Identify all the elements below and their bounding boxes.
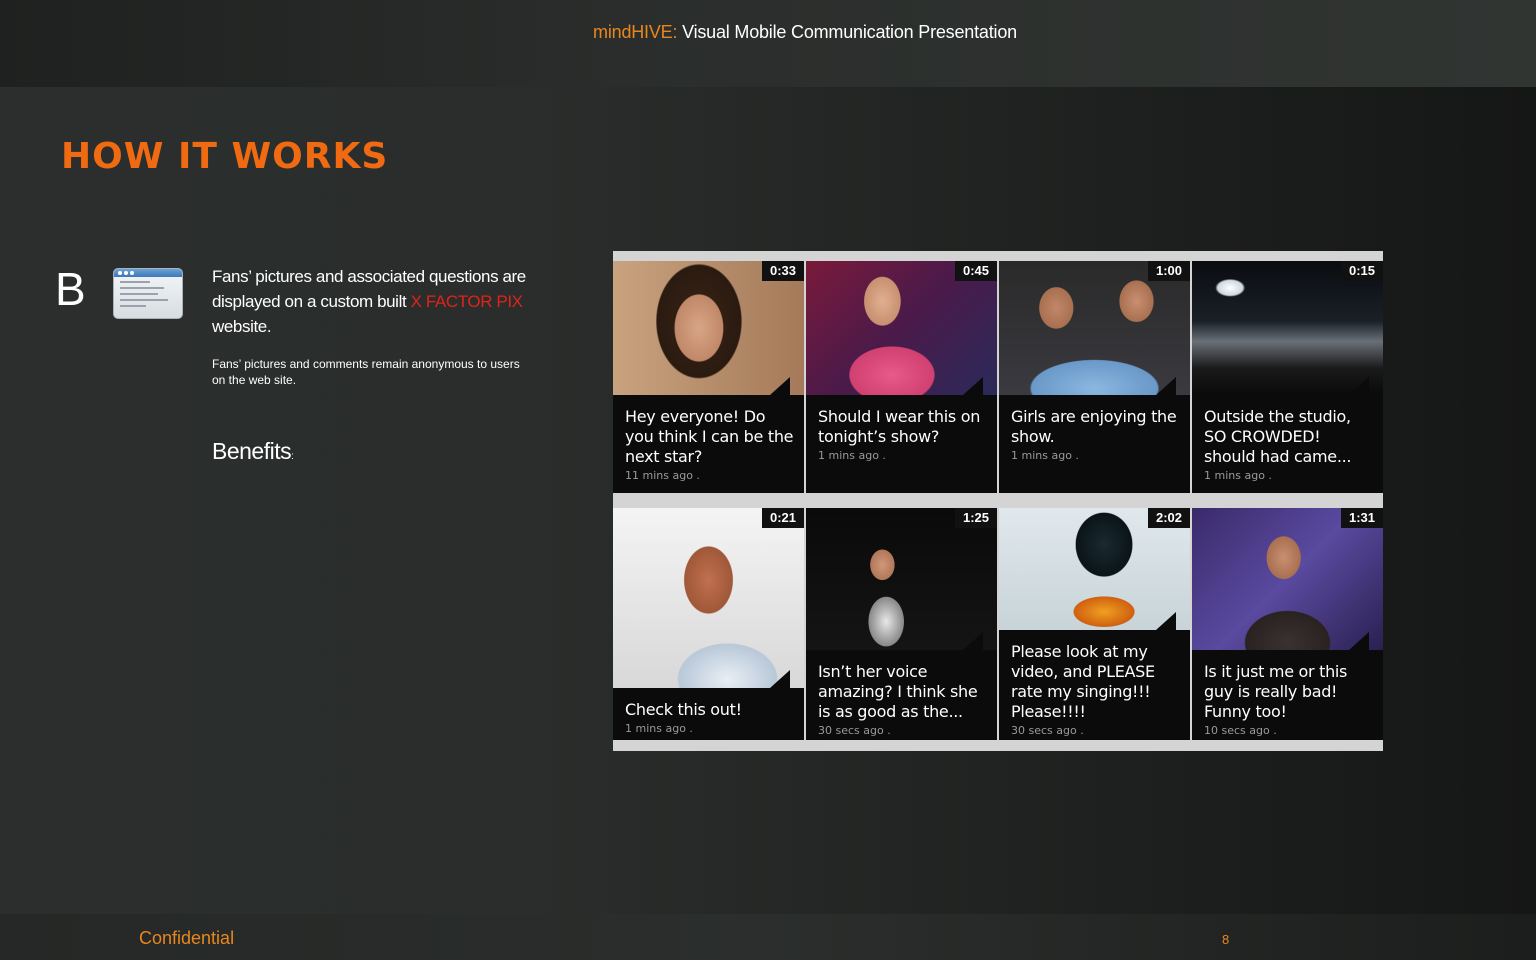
video-timer: 0:21 <box>762 508 804 528</box>
brand-name: mindHIVE: <box>593 22 678 42</box>
presentation-title: mindHIVE: Visual Mobile Communication Pr… <box>0 22 1536 43</box>
comment-text: Hey everyone! Do you think I can be the … <box>625 407 794 466</box>
benefits-colon: : <box>291 451 294 462</box>
comment-time: 1 mins ago . <box>625 722 693 735</box>
fan-photo <box>806 261 997 395</box>
comment-time: 1 mins ago . <box>1204 469 1272 482</box>
video-timer: 2:02 <box>1148 508 1190 528</box>
comment-bubble: Isn’t her voice amazing? I think she is … <box>806 632 997 740</box>
step-letter: B <box>55 263 86 315</box>
benefits-heading: Benefits: <box>212 438 294 465</box>
video-timer: 1:00 <box>1148 261 1190 281</box>
video-timer: 1:31 <box>1341 508 1383 528</box>
section-title: HOW IT WORKS <box>61 136 389 177</box>
fan-tile[interactable]: 1:25 Isn’t her voice amazing? I think sh… <box>806 508 997 740</box>
comment-bubble: Girls are enjoying the show. 1 mins ago … <box>999 377 1190 493</box>
comment-time: 30 secs ago . <box>818 724 891 737</box>
comment-time: 11 mins ago . <box>625 469 700 482</box>
step-description: Fans’ pictures and associated questions … <box>212 264 532 339</box>
presentation-subtitle: Visual Mobile Communication Presentation <box>682 22 1017 42</box>
comment-time: 30 secs ago . <box>1011 724 1084 737</box>
page-number: 8 <box>1222 932 1230 947</box>
comment-text: Isn’t her voice amazing? I think she is … <box>818 662 978 721</box>
step-subtext: Fans’ pictures and comments remain anony… <box>212 357 520 387</box>
fan-tile[interactable]: 2:02 Please look at my video, and PLEASE… <box>999 508 1190 740</box>
fan-photo <box>999 261 1190 395</box>
fan-tile[interactable]: 0:21 Check this out! 1 mins ago . <box>613 508 804 740</box>
site-name: X FACTOR PIX <box>410 292 523 311</box>
video-timer: 1:25 <box>955 508 997 528</box>
desc-after: website. <box>212 317 272 336</box>
confidential-label: Confidential <box>139 928 235 948</box>
comment-text: Check this out! <box>625 700 742 719</box>
browser-window-icon <box>113 268 183 319</box>
fan-photo <box>613 508 804 688</box>
fan-photo <box>1192 261 1383 395</box>
comment-bubble: Please look at my video, and PLEASE rate… <box>999 612 1190 740</box>
comment-bubble: Check this out! 1 mins ago . <box>613 670 804 740</box>
comment-time: 10 secs ago . <box>1204 724 1277 737</box>
comment-text: Is it just me or this guy is really bad!… <box>1204 662 1348 721</box>
fan-photo <box>806 508 997 650</box>
comment-bubble: Should I wear this on tonight’s show? 1 … <box>806 377 997 493</box>
comment-time: 1 mins ago . <box>818 449 886 462</box>
comment-text: Should I wear this on tonight’s show? <box>818 407 981 446</box>
comment-bubble: Is it just me or this guy is really bad!… <box>1192 632 1383 740</box>
comment-bubble: Outside the studio, SO CROWDED! should h… <box>1192 377 1383 493</box>
comment-text: Please look at my video, and PLEASE rate… <box>1011 642 1155 721</box>
fan-tile[interactable]: 0:33 Hey everyone! Do you think I can be… <box>613 261 804 493</box>
fan-photo <box>1192 508 1383 650</box>
video-timer: 0:45 <box>955 261 997 281</box>
video-timer: 0:33 <box>762 261 804 281</box>
comment-time: 1 mins ago . <box>1011 449 1079 462</box>
comment-bubble: Hey everyone! Do you think I can be the … <box>613 377 804 493</box>
fan-tile[interactable]: 0:45 Should I wear this on tonight’s sho… <box>806 261 997 493</box>
video-timer: 0:15 <box>1341 261 1383 281</box>
benefits-label: Benefits <box>212 438 292 464</box>
header-bar <box>0 0 1536 87</box>
comment-text: Outside the studio, SO CROWDED! should h… <box>1204 407 1352 466</box>
comment-text: Girls are enjoying the show. <box>1011 407 1177 446</box>
fan-tile[interactable]: 1:00 Girls are enjoying the show. 1 mins… <box>999 261 1190 493</box>
fan-tile[interactable]: 1:31 Is it just me or this guy is really… <box>1192 508 1383 740</box>
fan-photo <box>613 261 804 395</box>
fan-pictures-grid: 0:33 Hey everyone! Do you think I can be… <box>613 251 1383 751</box>
fan-tile[interactable]: 0:15 Outside the studio, SO CROWDED! sho… <box>1192 261 1383 493</box>
